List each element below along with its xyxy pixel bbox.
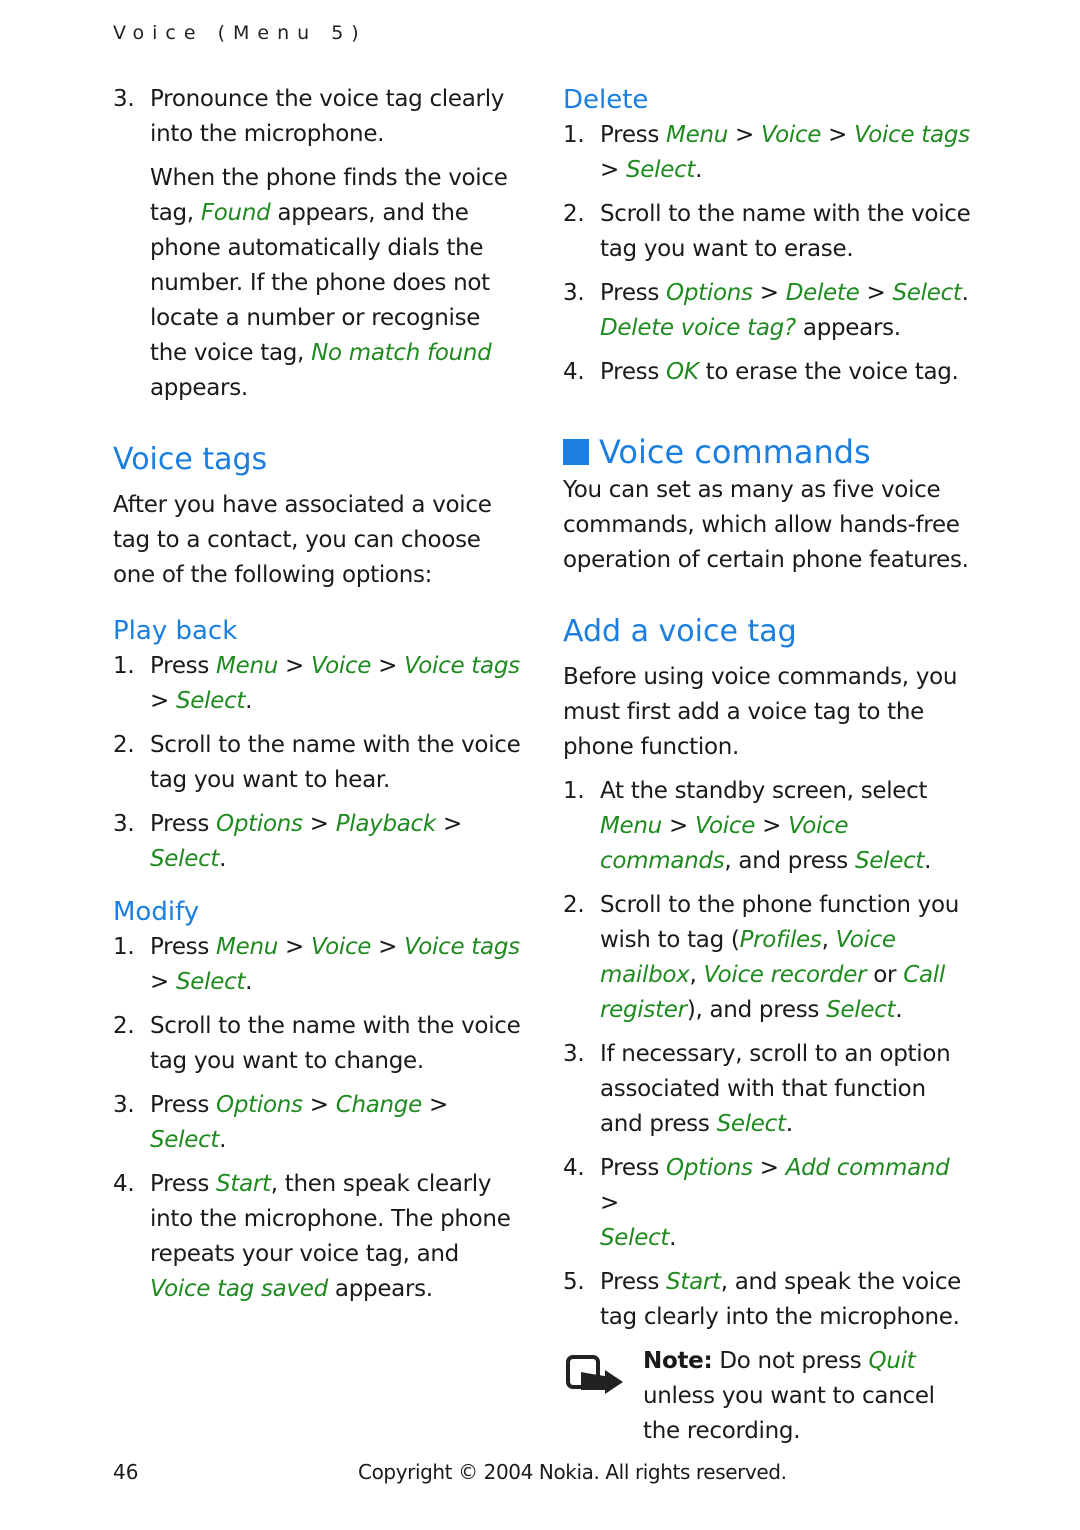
list-item: 2. Scroll to the name with the voice tag … — [113, 732, 521, 793]
note-label: Note: — [643, 1348, 713, 1374]
list-item: 3. If necessary, scroll to an option asso… — [563, 1041, 951, 1137]
play-back-heading: Play back — [113, 616, 238, 646]
list-item: 3. Press Options > Playback > Select. — [113, 811, 462, 872]
list-item: 3. Press Options > Delete > Select. Delet… — [563, 280, 969, 341]
copyright: Copyright © 2004 Nokia. All rights reser… — [358, 1460, 787, 1484]
intro-steps: 3. Pronounce the voice tag clearly into t… — [113, 82, 523, 152]
play-back-steps: 1. Press Menu > Voice > Voice tags > Sele… — [113, 649, 523, 877]
list-item: 1. Press Menu > Voice > Voice tags > Sele… — [563, 122, 970, 183]
modify-heading: Modify — [113, 897, 200, 927]
note-text: Note: Do not press Quit unless you want … — [643, 1348, 935, 1444]
voice-tags-body: After you have associated a voice tag to… — [113, 492, 492, 588]
list-item: 2. Scroll to the name with the voice tag … — [113, 1013, 521, 1074]
modify-steps: 1. Press Menu > Voice > Voice tags > Sele… — [113, 930, 523, 1307]
list-item: 4. Press Options > Add command > Select. — [563, 1155, 950, 1251]
list-item: 4. Press Start, then speak clearly into t… — [113, 1171, 511, 1302]
list-item: 1. Press Menu > Voice > Voice tags > Sele… — [113, 653, 520, 714]
quit-label: Quit — [868, 1348, 916, 1374]
list-item: 4. Press OK to erase the voice tag. — [563, 359, 959, 385]
list-item: 2. Scroll to the name with the voice tag … — [563, 201, 971, 262]
note-icon — [566, 1355, 623, 1394]
add-voice-tag-body: Before using voice commands, you must fi… — [563, 664, 958, 760]
list-item: 2. Scroll to the phone function you wish … — [563, 892, 960, 1023]
delete-heading: Delete — [563, 85, 649, 115]
page-number: 46 — [113, 1460, 139, 1484]
voice-commands-body: You can set as many as five voice comman… — [563, 477, 969, 573]
found-label: Found — [200, 200, 271, 226]
voice-tags-heading: Voice tags — [113, 442, 268, 477]
list-item: 1. At the standby screen, select Menu > V… — [563, 778, 932, 874]
list-item: 3. Pronounce the voice tag clearly into t… — [113, 86, 505, 147]
list-item: 1. Press Menu > Voice > Voice tags > Sele… — [113, 934, 520, 995]
list-item: 5. Press Start, and speak the voice tag c… — [563, 1269, 962, 1330]
running-head: Voice (Menu 5) — [113, 22, 367, 44]
delete-steps: 1. Press Menu > Voice > Voice tags > Sele… — [563, 118, 973, 390]
list-item: 3. Press Options > Change > Select. — [113, 1092, 448, 1153]
note-box: Note: Do not press Quit unless you want … — [563, 1344, 973, 1449]
intro-paragraph: When the phone finds the voice tag, Foun… — [150, 165, 508, 401]
left-column: 3. Pronounce the voice tag clearly into t… — [113, 82, 523, 1316]
add-voice-tag-steps: 1. At the standby screen, select Menu > V… — [563, 774, 973, 1335]
no-match-label: No match found — [311, 340, 492, 366]
add-voice-tag-heading: Add a voice tag — [563, 614, 797, 649]
section-square-icon — [563, 439, 589, 465]
right-column: Delete 1. Press Menu > Voice > Voice tags… — [563, 82, 973, 1449]
voice-commands-heading: Voice commands — [563, 431, 973, 473]
